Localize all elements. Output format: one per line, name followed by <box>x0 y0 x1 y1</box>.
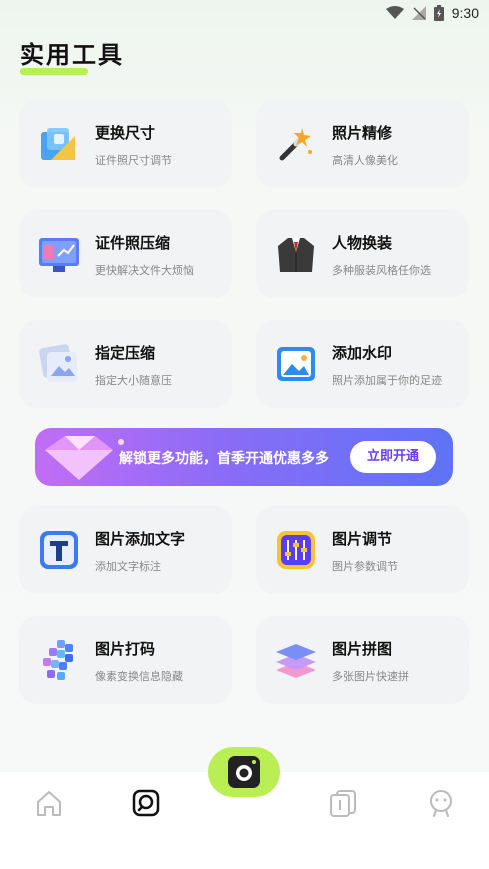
card-subtitle: 照片添加属于你的足迹 <box>332 374 442 387</box>
profile-icon[interactable] <box>426 788 456 818</box>
card-add-text[interactable]: 图片添加文字 添加文字标注 <box>19 506 232 594</box>
status-bar: 9:30 <box>0 0 489 28</box>
card-subtitle: 高清人像美化 <box>332 154 398 167</box>
resize-icon <box>41 128 75 160</box>
gallery-icon[interactable] <box>328 788 358 818</box>
promo-banner[interactable]: 解锁更多功能，首季开通优惠多多 立即开通 <box>35 428 453 486</box>
tools-icon[interactable] <box>131 788 161 818</box>
battery-icon <box>433 5 444 21</box>
mosaic-icon <box>43 640 73 680</box>
card-resize[interactable]: 更换尺寸 证件照尺寸调节 <box>19 100 232 188</box>
text-T-icon <box>40 531 78 569</box>
card-title: 图片打码 <box>95 640 156 658</box>
card-retouch[interactable]: 照片精修 高清人像美化 <box>256 100 469 188</box>
card-title: 图片添加文字 <box>95 530 186 548</box>
monitor-chart-icon <box>39 238 79 272</box>
card-subtitle: 证件照尺寸调节 <box>95 154 172 167</box>
card-title: 图片调节 <box>332 530 393 548</box>
photo-stack-icon <box>39 344 77 382</box>
sliders-icon <box>277 531 315 569</box>
card-subtitle: 添加文字标注 <box>95 560 161 573</box>
card-title: 照片精修 <box>332 124 393 142</box>
card-title: 添加水印 <box>332 344 393 362</box>
page-title: 实用工具 <box>20 41 124 69</box>
card-watermark[interactable]: 添加水印 照片添加属于你的足迹 <box>256 320 469 408</box>
card-subtitle: 图片参数调节 <box>332 560 398 573</box>
card-id-compress[interactable]: 证件照压缩 更快解决文件大烦恼 <box>19 210 232 298</box>
magic-wand-icon <box>279 128 312 161</box>
card-subtitle: 指定大小随意压 <box>95 374 172 387</box>
camera-icon <box>228 756 260 788</box>
status-time: 9:30 <box>451 5 479 21</box>
card-title: 指定压缩 <box>95 344 156 362</box>
card-title: 证件照压缩 <box>95 234 171 252</box>
card-title: 人物换装 <box>332 234 393 252</box>
card-outfit[interactable]: 人物换装 多种服装风格任你选 <box>256 210 469 298</box>
card-size-compress[interactable]: 指定压缩 指定大小随意压 <box>19 320 232 408</box>
card-subtitle: 更快解决文件大烦恼 <box>95 264 194 277</box>
card-subtitle: 多张图片快速拼 <box>332 670 409 683</box>
suit-icon <box>278 238 314 272</box>
layers-icon <box>276 644 316 678</box>
wifi-icon <box>385 6 404 19</box>
card-title: 图片拼图 <box>332 640 393 658</box>
card-subtitle: 多种服装风格任你选 <box>332 264 431 277</box>
status-icons: 9:30 <box>385 5 479 21</box>
camera-button[interactable] <box>208 747 280 797</box>
home-icon[interactable] <box>34 788 64 818</box>
banner-text: 解锁更多功能，首季开通优惠多多 <box>119 451 329 467</box>
picture-icon <box>277 347 315 381</box>
subscribe-button[interactable]: 立即开通 <box>350 441 436 473</box>
card-adjust[interactable]: 图片调节 图片参数调节 <box>256 506 469 594</box>
card-mosaic[interactable]: 图片打码 像素变换信息隐藏 <box>19 616 232 704</box>
card-subtitle: 像素变换信息隐藏 <box>95 670 183 683</box>
card-title: 更换尺寸 <box>95 124 156 142</box>
card-collage[interactable]: 图片拼图 多张图片快速拼 <box>256 616 469 704</box>
no-signal-icon <box>411 6 426 20</box>
